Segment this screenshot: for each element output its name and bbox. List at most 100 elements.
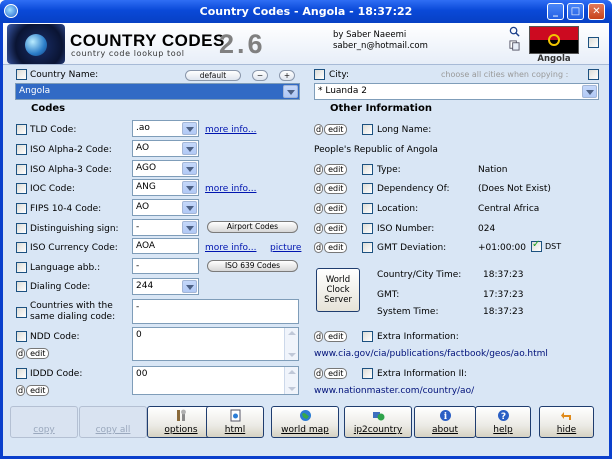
iddd-field[interactable]: 00	[132, 366, 299, 395]
fips-checkbox[interactable]	[16, 203, 27, 214]
maximize-button[interactable]: □	[567, 3, 584, 20]
flag-checkbox[interactable]	[588, 37, 599, 48]
close-button[interactable]: ✕	[588, 3, 605, 20]
country-select[interactable]: Angola	[15, 83, 300, 100]
iso-number-checkbox[interactable]	[362, 223, 373, 234]
gmt-deviation-d-button[interactable]: d	[314, 242, 324, 253]
same-dialing-checkbox[interactable]	[16, 307, 27, 318]
dependency-checkbox[interactable]	[362, 183, 373, 194]
copy-icon[interactable]	[509, 40, 520, 51]
country-name-checkbox[interactable]	[16, 69, 27, 80]
help-button[interactable]: ? help	[475, 406, 531, 438]
long-name-checkbox[interactable]	[362, 124, 373, 135]
iso2-checkbox[interactable]	[16, 144, 27, 155]
currency-field[interactable]: AOA	[132, 238, 199, 254]
extra-info2-edit-label[interactable]: edit	[324, 368, 348, 379]
language-field[interactable]: -	[132, 258, 199, 274]
remove-button[interactable]: −	[252, 70, 268, 81]
currency-checkbox[interactable]	[16, 242, 27, 253]
ndd-field[interactable]: 0	[132, 327, 299, 361]
same-dialing-field[interactable]: -	[132, 299, 299, 324]
html-button[interactable]: html	[206, 406, 264, 438]
dependency-edit-label[interactable]: edit	[324, 183, 348, 194]
type-edit-button[interactable]: d edit	[314, 164, 348, 175]
long-name-d-button[interactable]: d	[314, 124, 324, 135]
chevron-down-icon[interactable]	[182, 181, 197, 194]
currency-picture-link[interactable]: picture	[270, 243, 301, 253]
extra-info2-d-button[interactable]: d	[314, 368, 324, 379]
dependency-edit-button[interactable]: d edit	[314, 183, 348, 194]
distinguishing-checkbox[interactable]	[16, 223, 27, 234]
add-button[interactable]: +	[279, 70, 295, 81]
dialing-checkbox[interactable]	[16, 281, 27, 292]
chevron-down-icon[interactable]	[182, 162, 197, 175]
ndd-edit-label[interactable]: edit	[26, 348, 50, 359]
ioc-select[interactable]: ANG	[132, 179, 199, 196]
chevron-down-icon[interactable]	[582, 85, 597, 98]
type-d-button[interactable]: d	[314, 164, 324, 175]
ioc-checkbox[interactable]	[16, 183, 27, 194]
chevron-down-icon[interactable]	[182, 122, 197, 135]
world-clock-server-button[interactable]: World Clock Server	[316, 268, 360, 312]
language-checkbox[interactable]	[16, 262, 27, 273]
dialing-select[interactable]: 244	[132, 278, 199, 295]
ip2country-button[interactable]: ip2country	[344, 406, 412, 438]
search-icon[interactable]	[509, 26, 520, 37]
extra-info-edit-button[interactable]: d edit	[314, 331, 348, 342]
options-button[interactable]: options	[147, 406, 215, 438]
location-checkbox[interactable]	[362, 203, 373, 214]
iso2-select[interactable]: AO	[132, 140, 199, 157]
iso3-select[interactable]: AGO	[132, 160, 199, 177]
iso-number-edit-button[interactable]: d edit	[314, 223, 348, 234]
title-bar[interactable]: Country Codes - Angola - 18:37:22 _ □ ✕	[0, 0, 612, 23]
gmt-deviation-edit-button[interactable]: d edit	[314, 242, 348, 253]
extra-info-url[interactable]: www.cia.gov/cia/publications/factbook/ge…	[314, 349, 548, 359]
location-edit-button[interactable]: d edit	[314, 203, 348, 214]
about-button[interactable]: i about	[414, 406, 476, 438]
copy-button[interactable]: copy	[10, 406, 78, 438]
all-cities-checkbox[interactable]	[588, 69, 599, 80]
type-checkbox[interactable]	[362, 164, 373, 175]
tld-more-info-link[interactable]: more info...	[205, 125, 256, 135]
gmt-deviation-edit-label[interactable]: edit	[324, 242, 348, 253]
iddd-scrollbar[interactable]	[284, 367, 298, 394]
city-checkbox[interactable]	[314, 69, 325, 80]
extra-info-checkbox[interactable]	[362, 331, 373, 342]
hide-button[interactable]: hide	[539, 406, 594, 438]
chevron-down-icon[interactable]	[182, 142, 197, 155]
ndd-scrollbar[interactable]	[284, 328, 298, 360]
extra-info-d-button[interactable]: d	[314, 331, 324, 342]
ioc-more-info-link[interactable]: more info...	[205, 184, 256, 194]
iddd-edit-label[interactable]: edit	[26, 385, 50, 396]
chevron-down-icon[interactable]	[182, 201, 197, 214]
gmt-deviation-checkbox[interactable]	[362, 242, 373, 253]
iso-number-edit-label[interactable]: edit	[324, 223, 348, 234]
ndd-d-button[interactable]: d	[16, 348, 26, 359]
iso-number-d-button[interactable]: d	[314, 223, 324, 234]
tld-select[interactable]: .ao	[132, 120, 199, 137]
ndd-checkbox[interactable]	[16, 331, 27, 342]
default-button[interactable]: default	[185, 70, 241, 81]
extra-info2-edit-button[interactable]: d edit	[314, 368, 348, 379]
iddd-edit-button[interactable]: d edit	[16, 385, 50, 396]
extra-info2-checkbox[interactable]	[362, 368, 373, 379]
chevron-down-icon[interactable]	[283, 85, 298, 98]
extra-info2-url[interactable]: www.nationmaster.com/country/ao/	[314, 386, 474, 396]
iso639-codes-button[interactable]: ISO 639 Codes	[207, 260, 298, 272]
chevron-down-icon[interactable]	[182, 280, 197, 293]
iddd-checkbox[interactable]	[16, 368, 27, 379]
long-name-edit-label[interactable]: edit	[324, 124, 348, 135]
fips-select[interactable]: AO	[132, 199, 199, 216]
iddd-d-button[interactable]: d	[16, 385, 26, 396]
location-d-button[interactable]: d	[314, 203, 324, 214]
distinguishing-select[interactable]: -	[132, 219, 199, 236]
currency-more-info-link[interactable]: more info...	[205, 243, 256, 253]
type-edit-label[interactable]: edit	[324, 164, 348, 175]
airport-codes-button[interactable]: Airport Codes	[207, 221, 298, 233]
copy-all-button[interactable]: copy all	[79, 406, 147, 438]
location-edit-label[interactable]: edit	[324, 203, 348, 214]
dependency-d-button[interactable]: d	[314, 183, 324, 194]
dst-checkbox[interactable]	[531, 239, 542, 252]
world-map-button[interactable]: world map	[271, 406, 339, 438]
long-name-edit-button[interactable]: d edit	[314, 124, 348, 135]
